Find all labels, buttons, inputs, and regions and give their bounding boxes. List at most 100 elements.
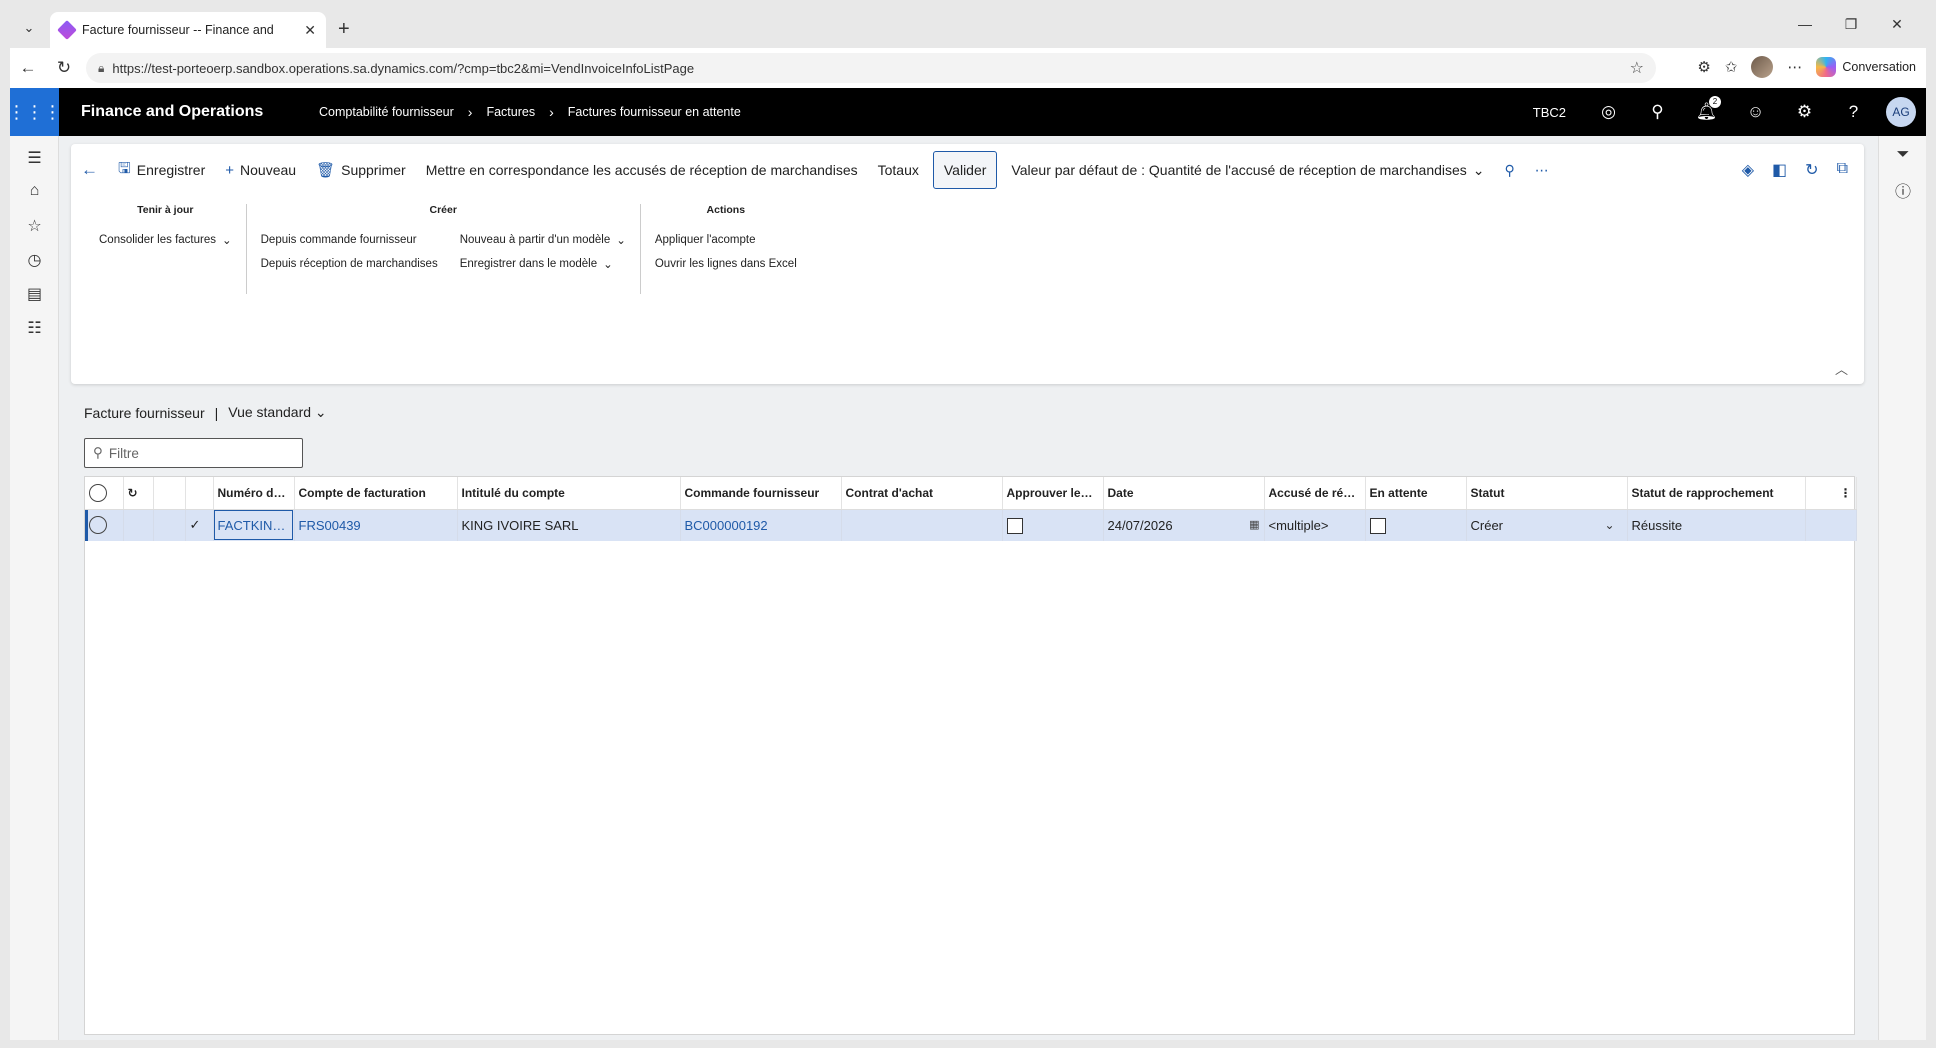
refresh-grid-icon[interactable]: ↻ [123,477,154,510]
browser-tab[interactable]: Facture fournisseur -- Finance and ✕ [50,12,326,48]
table-row[interactable]: ✓ FACTKING01 FRS00439 KING IVOIRE SARL B… [85,509,1857,541]
row-select-circle[interactable] [89,516,107,535]
close-window-icon[interactable]: ✕ [1874,16,1920,33]
restore-icon[interactable]: ❐ [1828,16,1874,33]
site-info-icon[interactable]: 🔒︎ [98,61,104,76]
favorite-star-icon[interactable]: ☆ [1630,58,1644,78]
group-create: Créer Depuis commande fournisseur Depuis… [245,204,640,294]
more-options-icon[interactable]: ⋯ [1525,151,1559,189]
refresh-icon[interactable]: ↻ [46,58,82,78]
column-approve[interactable]: Approuver les ... [1002,477,1104,510]
user-avatar[interactable]: AG [1886,97,1916,127]
search-actions-icon[interactable]: ⚲ [1495,151,1525,189]
extensions-icon[interactable]: ⚙ [1697,58,1710,76]
breadcrumb-item-1[interactable]: Comptabilité fournisseur [319,105,454,119]
column-receipt[interactable]: Accusé de réce... [1264,477,1366,510]
filter-input[interactable]: ⚲ Filtre [84,438,303,468]
new-button[interactable]: + Nouveau [215,151,306,189]
help-icon[interactable]: ? [1829,102,1878,122]
select-all-header[interactable] [85,477,124,510]
info-icon[interactable]: ⓘ [1879,178,1927,202]
workspaces-icon[interactable]: ▤ [10,284,59,304]
more-icon[interactable]: ⋯ [1787,58,1802,76]
grid-header-row: ↻ Numéro de fac... Compte de facturation… [85,477,1857,510]
cell-date[interactable]: 24/07/2026 ▦ [1103,509,1265,541]
back-arrow-icon[interactable]: ← [71,151,108,189]
cell-approve[interactable] [1002,509,1104,541]
settings-gear-icon[interactable]: ⚙ [1780,102,1829,122]
url-field[interactable]: 🔒︎ https://test-porteoerp.sandbox.operat… [86,53,1656,83]
default-quantity-dropdown[interactable]: Valeur par défaut de : Quantité de l'acc… [1001,151,1494,189]
profile-avatar[interactable] [1751,56,1774,78]
cell-invoice-number[interactable]: FACTKING01 [213,509,295,541]
home-icon[interactable]: ⌂ [10,182,59,200]
chevron-down-icon[interactable]: ⌄ [1604,518,1614,532]
delete-label: Supprimer [341,162,406,178]
column-date[interactable]: Date [1103,477,1265,510]
save-button[interactable]: 🖫︎ Enregistrer [108,151,215,189]
column-options-icon[interactable]: ⋮ [1805,477,1857,510]
approve-checkbox[interactable] [1006,517,1023,534]
match-receipts-button[interactable]: Mettre en correspondance les accusés de … [416,151,868,189]
column-status[interactable]: Statut [1466,477,1628,510]
column-on-hold[interactable]: En attente [1365,477,1467,510]
modules-list-icon[interactable]: ☷ [10,318,59,338]
collapse-chevron-up-icon[interactable]: ︿ [1835,359,1848,378]
notifications-icon[interactable]: 🔔︎ 2 [1682,96,1731,122]
breadcrumb-item-3[interactable]: Factures fournisseur en attente [568,105,741,119]
app-launcher-icon[interactable]: ⋮⋮⋮ [8,88,62,136]
view-selector[interactable]: Vue standard ⌄ [228,404,326,421]
open-new-window-icon[interactable]: ⧉ [1837,160,1848,180]
on-hold-checkbox[interactable] [1369,517,1386,534]
power-apps-icon[interactable]: ◈ [1742,160,1754,180]
company-picker[interactable]: TBC2 [1533,105,1566,120]
copilot-conversation-button[interactable]: Conversation [1816,57,1916,77]
back-icon[interactable]: ← [10,58,46,78]
app-name[interactable]: Finance and Operations [81,103,281,121]
apply-prepayment-button[interactable]: Appliquer l'acompte [655,228,797,252]
copilot-app-icon[interactable]: ◎ [1584,102,1633,122]
close-tab-icon[interactable]: ✕ [304,22,316,39]
row-select[interactable] [85,509,124,541]
column-purchase-order[interactable]: Commande fournisseur [680,477,842,510]
from-product-receipt-button[interactable]: Depuis réception de marchandises [261,252,438,276]
cell-purchase-order[interactable]: BC000000192 [680,509,842,541]
column-account-name[interactable]: Intitulé du compte [457,477,681,510]
search-icon[interactable]: ⚲ [1633,102,1682,122]
favorites-icon[interactable]: ✩ [1725,58,1738,76]
minimize-icon[interactable]: — [1782,16,1828,33]
column-match-status[interactable]: Statut de rapprochement [1627,477,1806,510]
left-navigation: ☰ ⌂ ☆ ◷ ▤ ☷ [10,136,59,1040]
address-bar-row: ← ↻ 🔒︎ https://test-porteoerp.sandbox.op… [10,48,1926,88]
cell-receipt[interactable]: <multiple> [1264,509,1366,541]
refresh-page-icon[interactable]: ↻ [1805,160,1818,180]
recent-clock-icon[interactable]: ◷ [10,250,59,270]
save-as-template-menu[interactable]: Enregistrer dans le modèle ⌄ [460,252,626,276]
browser-tabstrip: ⌄ Facture fournisseur -- Finance and ✕ +… [10,8,1926,48]
column-invoice-account[interactable]: Compte de facturation [294,477,458,510]
favorites-star-icon[interactable]: ☆ [10,216,59,236]
from-purchase-order-button[interactable]: Depuis commande fournisseur [261,228,438,252]
calendar-icon[interactable]: ▦ [1249,518,1259,531]
feedback-smiley-icon[interactable]: ☺ [1731,102,1780,122]
validate-button[interactable]: Valider [932,151,998,189]
cell-status[interactable]: Créer ⌄ [1466,509,1628,541]
consolidate-invoices-menu[interactable]: Consolider les factures ⌄ [99,228,232,252]
select-all-circle[interactable] [89,483,107,502]
tab-list-chevron-icon[interactable]: ⌄ [16,16,42,40]
cell-invoice-account[interactable]: FRS00439 [294,509,458,541]
office-icon[interactable]: ◧ [1772,160,1787,180]
new-from-template-menu[interactable]: Nouveau à partir d'un modèle ⌄ [460,228,626,252]
filter-funnel-icon[interactable]: ⏷ [1879,146,1927,164]
column-purchase-agreement[interactable]: Contrat d'achat [841,477,1003,510]
action-groups: Tenir à jour Consolider les factures ⌄ Cr… [85,204,811,294]
breadcrumb-item-2[interactable]: Factures [486,105,535,119]
delete-button[interactable]: 🗑︎ Supprimer [306,151,416,189]
totals-button[interactable]: Totaux [868,151,929,189]
new-tab-icon[interactable]: + [338,18,350,41]
column-invoice-number[interactable]: Numéro de fac... [213,477,295,510]
open-lines-excel-button[interactable]: Ouvrir les lignes dans Excel [655,252,797,276]
cell-on-hold[interactable] [1365,509,1467,541]
hamburger-menu-icon[interactable]: ☰ [10,148,59,168]
action-pane: ← 🖫︎ Enregistrer + Nouveau 🗑︎ Supprimer Met… [71,144,1864,384]
